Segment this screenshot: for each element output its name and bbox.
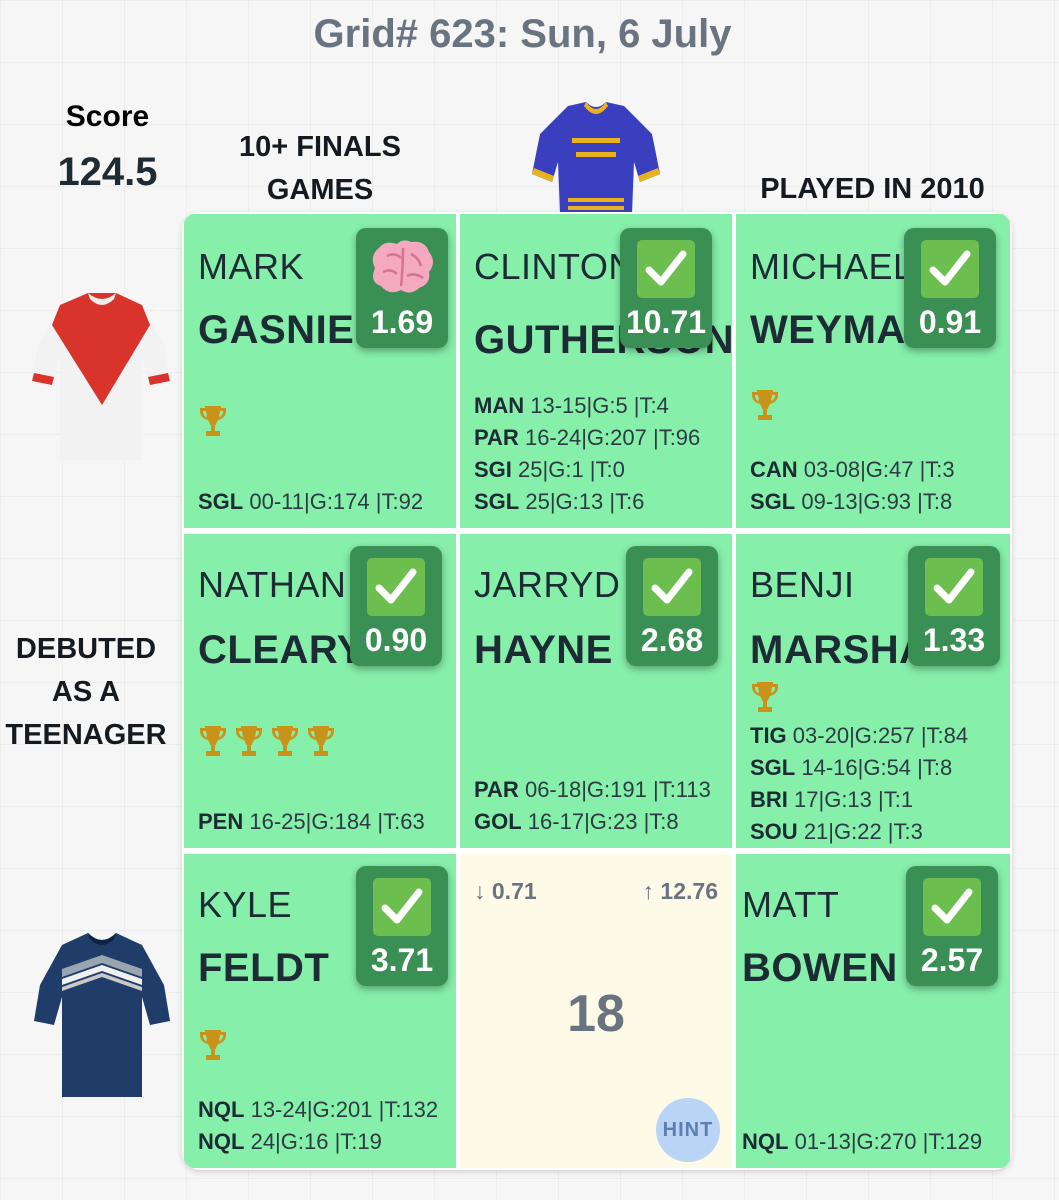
row-header-debuted-teenager: DEBUTED AS A TEENAGER	[5, 633, 167, 751]
career-row: PAR 06-18|G:191 |T:113	[474, 777, 711, 802]
player-first-name: MICHAEL	[750, 246, 914, 287]
player-first-name: MATT	[742, 884, 840, 925]
cell-score: 2.68	[640, 622, 704, 658]
career-row: CAN 03-08|G:47 |T:3	[750, 457, 955, 482]
player-last-name: HAYNE	[474, 628, 613, 672]
cell-score: 1.33	[922, 622, 986, 658]
cell-score: 0.90	[364, 622, 428, 658]
brain-icon	[372, 240, 433, 293]
trophy-icon	[306, 724, 336, 763]
career-row: SGL 00-11|G:174 |T:92	[198, 489, 424, 514]
career-list: SGL 00-11|G:174 |T:92	[198, 486, 423, 518]
career-list: MAN 13-15|G:5 |T:4 PAR 16-24|G:207 |T:96…	[474, 390, 700, 518]
trophy-icon	[198, 404, 228, 443]
check-icon	[921, 240, 979, 298]
check-icon	[367, 558, 425, 616]
career-list: PAR 06-18|G:191 |T:113 GOL 16-17|G:23 |T…	[474, 774, 711, 838]
career-row: SGI 25|G:1 |T:0	[474, 457, 625, 482]
eels-jersey-icon	[532, 102, 660, 214]
career-row: PEN 16-25|G:184 |T:63	[198, 809, 425, 834]
trophy-icon	[270, 724, 300, 763]
career-row: SOU 21|G:22 |T:3	[750, 819, 923, 844]
career-row: GOL 16-17|G:23 |T:8	[474, 809, 679, 834]
career-list: CAN 03-08|G:47 |T:3 SGL 09-13|G:93 |T:8	[750, 454, 955, 518]
score-badge: 0.91	[904, 228, 996, 348]
grid-cell-r3c1[interactable]: KYLE FELDT 3.71 NQL 13-24|G:201 |T:132 N…	[184, 854, 456, 1168]
cell-score: 1.69	[370, 304, 434, 340]
player-last-name: BOWEN	[742, 946, 898, 990]
grid-cell-r2c1[interactable]: NATHAN CLEARY 0.90 PEN 16-25|G:184 |T:63	[184, 534, 456, 848]
grid-cell-r1c2[interactable]: CLINTON GUTHERSON 10.71 MAN 13-15|G:5 |T…	[460, 214, 732, 528]
player-first-name: KYLE	[198, 884, 293, 925]
grid-title: Grid# 623: Sun, 6 July	[313, 12, 732, 56]
check-icon	[637, 240, 695, 298]
trophy-list	[198, 724, 336, 763]
score-value: 124.5	[57, 150, 158, 194]
check-icon	[643, 558, 701, 616]
score-badge: 0.90	[350, 546, 442, 666]
check-icon	[373, 878, 431, 936]
player-first-name: BENJI	[750, 564, 855, 605]
career-row: MAN 13-15|G:5 |T:4	[474, 393, 669, 418]
player-first-name: JARRYD	[474, 564, 621, 605]
score-badge: 1.69	[356, 228, 448, 348]
trophy-list	[198, 404, 228, 443]
trophy-icon	[234, 724, 264, 763]
cowboys-jersey-icon	[34, 933, 170, 1097]
cell-score: 2.57	[920, 942, 984, 978]
grid-cell-r1c1[interactable]: MARK GASNIER 1.69 SGL 00-11|G:174 |T:92	[184, 214, 456, 528]
cell-score: 3.71	[370, 942, 434, 978]
lowest-score-label: ↓ 0.71	[474, 878, 537, 904]
grid-cell-r1c3[interactable]: MICHAEL WEYMAN 0.91 CAN 03-08|G:47 |T:3 …	[736, 214, 1010, 528]
score-badge: 2.68	[626, 546, 718, 666]
career-row: TIG 03-20|G:257 |T:84	[750, 723, 969, 748]
grid-cell-r2c2[interactable]: JARRYD HAYNE 2.68 PAR 06-18|G:191 |T:113…	[460, 534, 732, 848]
column-header-finals: 10+ FINALS GAMES	[239, 131, 401, 206]
player-first-name: MARK	[198, 246, 305, 287]
career-list: NQL 01-13|G:270 |T:129	[742, 1126, 982, 1158]
grid-cell-r3c2-empty[interactable]: ↓ 0.71 ↑ 12.76 18 HINT	[460, 854, 732, 1168]
trophy-list	[750, 388, 780, 427]
score-badge: 3.71	[356, 866, 448, 986]
score-badge: 2.57	[906, 866, 998, 986]
player-first-name: CLINTON	[474, 246, 635, 287]
check-icon	[925, 558, 983, 616]
answer-count: 18	[567, 985, 625, 1043]
score-badge: 10.71	[620, 228, 712, 348]
cell-score: 0.91	[918, 304, 982, 340]
career-row: NQL 01-13|G:270 |T:129	[742, 1129, 983, 1154]
column-header-played-2010: PLAYED IN 2010	[760, 173, 985, 205]
trophy-icon	[750, 388, 780, 427]
career-row: BRI 17|G:13 |T:1	[750, 787, 914, 812]
career-row: NQL 24|G:16 |T:19	[198, 1129, 382, 1154]
career-row: SGL 25|G:13 |T:6	[474, 489, 645, 514]
check-icon	[923, 878, 981, 936]
career-row: SGL 09-13|G:93 |T:8	[750, 489, 953, 514]
career-list: NQL 13-24|G:201 |T:132 NQL 24|G:16 |T:19	[198, 1094, 438, 1158]
score-label: Score	[65, 100, 150, 133]
score-badge: 1.33	[908, 546, 1000, 666]
career-row: SGL 14-16|G:54 |T:8	[750, 755, 953, 780]
player-last-name: FELDT	[198, 946, 330, 990]
trophy-list	[198, 1028, 228, 1067]
career-list: TIG 03-20|G:257 |T:84 SGL 14-16|G:54 |T:…	[750, 720, 968, 848]
grid-cell-r3c3[interactable]: MATT BOWEN 2.57 NQL 01-13|G:270 |T:129	[736, 854, 1010, 1168]
career-row: NQL 13-24|G:201 |T:132	[198, 1097, 439, 1122]
cell-score: 10.71	[625, 304, 707, 340]
trophy-list	[750, 680, 780, 719]
dragons-jersey-icon	[32, 293, 170, 460]
player-last-name: CLEARY	[198, 628, 364, 672]
hint-button[interactable]: HINT	[656, 1098, 720, 1162]
trophy-icon	[198, 1028, 228, 1067]
player-first-name: NATHAN	[198, 564, 347, 605]
highest-score-label: ↑ 12.76	[642, 878, 718, 904]
trophy-icon	[750, 680, 780, 719]
trophy-icon	[198, 724, 228, 763]
game-grid: MARK GASNIER 1.69 SGL 00-11|G:174 |T:92 …	[182, 212, 1012, 1170]
grid-cell-r2c3[interactable]: BENJI MARSHALL 1.33 TIG 03-20|G:257 |T:8…	[736, 534, 1010, 848]
career-row: PAR 16-24|G:207 |T:96	[474, 425, 701, 450]
career-list: PEN 16-25|G:184 |T:63	[198, 806, 425, 838]
